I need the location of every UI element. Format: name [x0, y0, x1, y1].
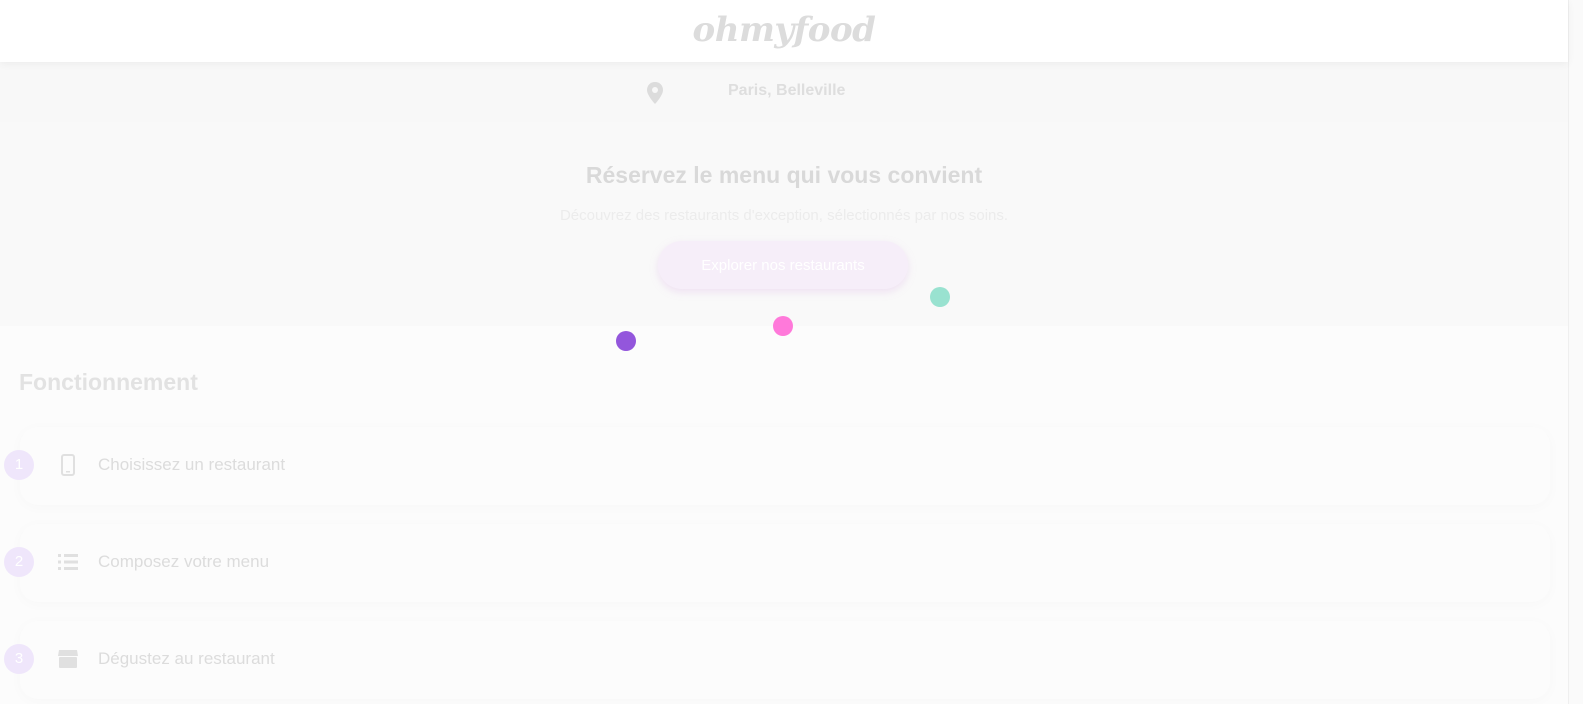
list-icon [57, 551, 79, 573]
site-logo[interactable]: ohmyfood [0, 10, 1568, 50]
loader-dot-teal [930, 287, 950, 307]
hero-section: Réservez le menu qui vous convient Décou… [0, 122, 1568, 326]
map-pin-icon [645, 81, 665, 105]
location-bar: Paris, Belleville [0, 62, 1568, 122]
mobile-phone-icon [57, 454, 79, 476]
hero-subtitle: Découvrez des restaurants d'exception, s… [559, 207, 1009, 224]
step-number-badge: 2 [4, 547, 34, 577]
location-text: Paris, Belleville [728, 82, 846, 99]
step-label: Composez votre menu [98, 552, 270, 571]
loader-dot-purple [616, 331, 636, 351]
step-number-badge: 1 [4, 450, 34, 480]
hero-title: Réservez le menu qui vous convient [585, 162, 983, 188]
step-label: Choisissez un restaurant [98, 455, 286, 474]
site-header: ohmyfood [0, 0, 1568, 62]
step-label: Dégustez au restaurant [98, 649, 275, 668]
step-number-badge: 3 [4, 644, 34, 674]
main-content: ohmyfood Paris, Belleville Réservez le m… [0, 0, 1568, 704]
page: ohmyfood Paris, Belleville Réservez le m… [0, 0, 1583, 704]
store-icon [57, 648, 79, 670]
vertical-scrollbar[interactable] [1568, 0, 1583, 704]
section-title: Fonctionnement [19, 369, 198, 395]
explore-restaurants-button[interactable]: Explorer nos restaurants [658, 241, 908, 289]
loader-dot-pink [773, 316, 793, 336]
